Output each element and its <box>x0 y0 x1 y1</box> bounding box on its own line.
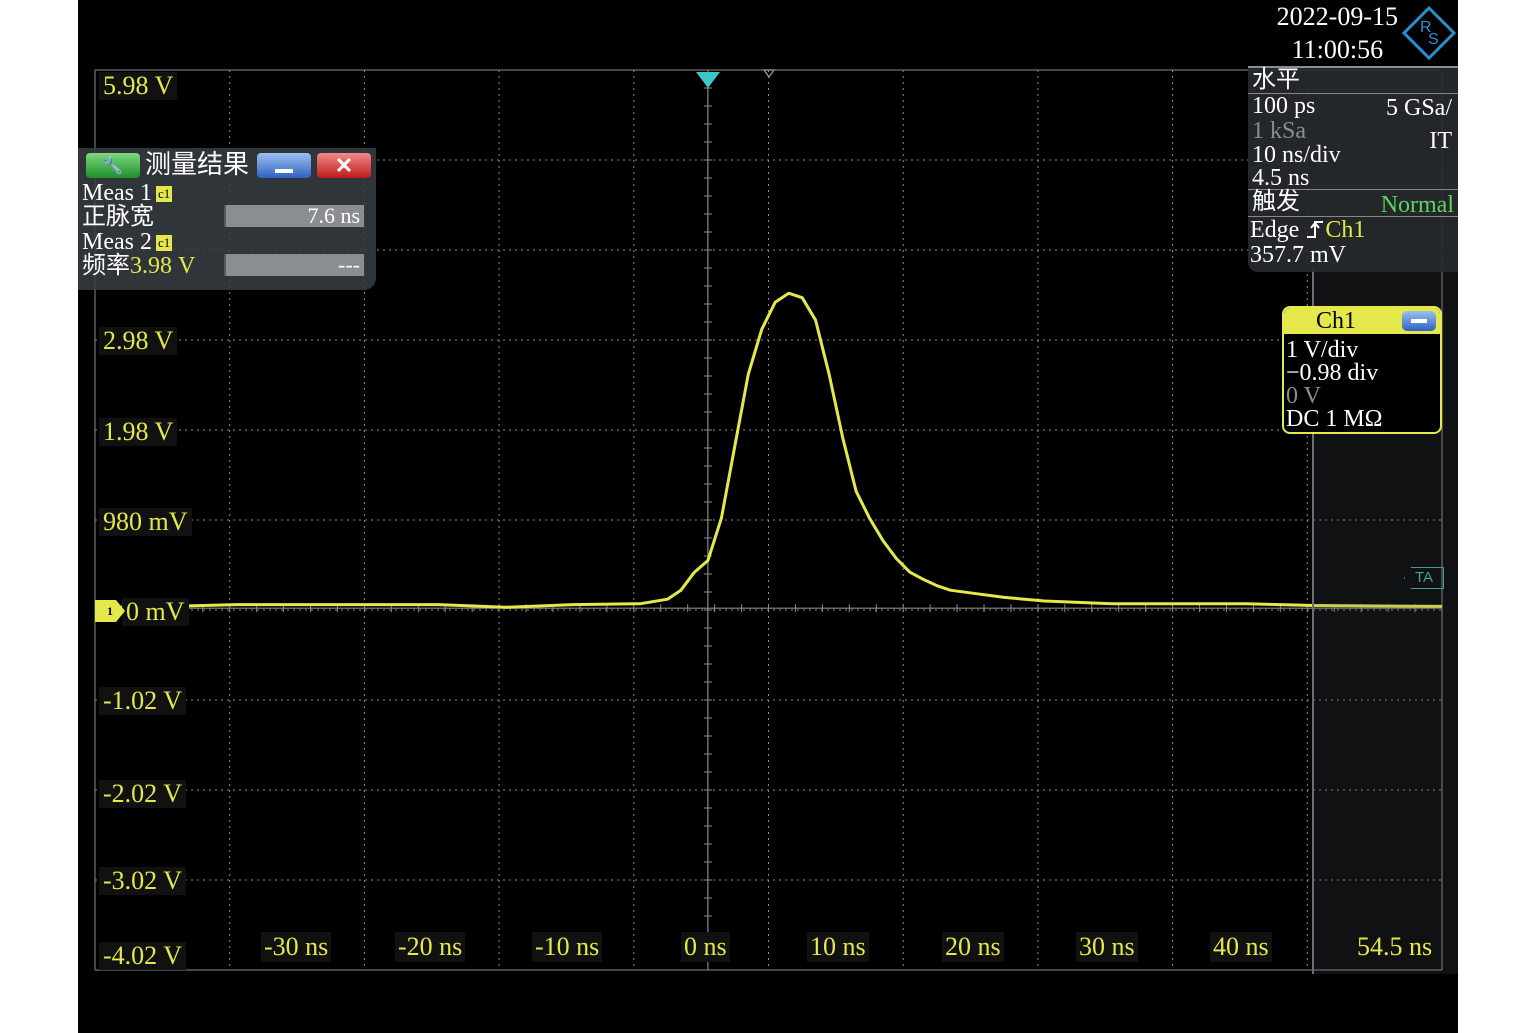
y-axis-label: -4.02 V <box>99 942 186 970</box>
sample-rate[interactable]: 5 GSa/ <box>1386 96 1452 120</box>
x-axis-label: -20 ns <box>395 932 466 962</box>
channel-offset-div[interactable]: −0.98 div <box>1286 361 1378 385</box>
y-axis-label: 980 mV <box>99 508 192 536</box>
resolution[interactable]: 100 ps <box>1252 94 1315 118</box>
x-axis-label: 0 ns <box>681 932 730 962</box>
meas1-channel-tag: c1 <box>155 186 173 202</box>
horizontal-title: 水平 <box>1252 67 1300 93</box>
time-text: 11:00:56 <box>1291 35 1384 64</box>
time-scale[interactable]: 10 ns/div <box>1252 143 1341 167</box>
date-text: 2022-09-15 <box>1276 2 1398 31</box>
meas2-param-row: 频率3.98 V <box>82 254 195 278</box>
meas2-label: Meas 2 <box>82 229 152 255</box>
minimize-icon <box>1411 319 1427 323</box>
trigger-source: Ch1 <box>1325 217 1366 243</box>
channel1-header[interactable]: Ch1 <box>1284 308 1440 334</box>
record-length[interactable]: 1 kSa <box>1252 119 1306 143</box>
timestamp: 2022-09-15 11:00:56 <box>1277 0 1398 66</box>
reference-marker[interactable]: TA <box>1404 567 1444 589</box>
meas2-value-bar: --- <box>224 254 364 276</box>
trigger-type: Edge <box>1250 217 1300 243</box>
y-axis-label: 0 mV <box>122 598 189 626</box>
x-axis-label: -10 ns <box>532 932 603 962</box>
y-axis-label: -1.02 V <box>99 687 186 715</box>
meas2-level: 3.98 V <box>130 253 196 279</box>
channel-coupling[interactable]: DC 1 MΩ <box>1286 407 1383 431</box>
trigger-type-row[interactable]: Edge Ch1 <box>1250 218 1365 242</box>
rs-logo-icon: R S <box>1402 6 1456 60</box>
y-axis-label: 2.98 V <box>99 327 178 355</box>
x-axis-label: 30 ns <box>1076 932 1138 962</box>
meas1-label: Meas 1 <box>82 180 152 206</box>
channel-offset-v[interactable]: 0 V <box>1286 384 1321 408</box>
oscilloscope-screen: 5.98 V 2.98 V 1.98 V 980 mV 0 mV -1.02 V… <box>78 0 1458 1033</box>
channel1-panel[interactable]: Ch1 1 V/div −0.98 div 0 V DC 1 MΩ <box>1282 306 1442 434</box>
meas1-value-bar: 7.6 ns <box>224 205 364 227</box>
channel1-name: Ch1 <box>1316 308 1357 334</box>
meas2-value: --- <box>338 252 360 277</box>
trigger-position-marker <box>696 72 720 88</box>
trigger-level[interactable]: 357.7 mV <box>1250 243 1346 267</box>
trigger-mode[interactable]: Normal <box>1381 193 1454 217</box>
minimize-button[interactable] <box>257 153 311 178</box>
meas1-header[interactable]: Meas 1 c1 <box>82 180 173 206</box>
x-axis-label: 54.5 ns <box>1354 932 1436 962</box>
measurement-window-title: 测量结果 <box>145 150 250 179</box>
trigger-title: 触发 <box>1252 189 1300 215</box>
y-axis-label: -3.02 V <box>99 867 186 895</box>
meas2-param: 频率 <box>82 253 130 279</box>
y-axis-label: -2.02 V <box>99 780 186 808</box>
horizontal-trigger-panel[interactable]: 水平 100 ps 5 GSa/ 1 kSa IT 10 ns/div 4.5 … <box>1248 66 1458 272</box>
y-axis-label: 1.98 V <box>99 418 178 446</box>
meas2-header[interactable]: Meas 2 c1 <box>82 229 173 255</box>
rising-edge-icon <box>1307 221 1324 238</box>
x-axis-label: -30 ns <box>261 932 332 962</box>
channel-minimize-button[interactable] <box>1402 311 1436 331</box>
channel-scale[interactable]: 1 V/div <box>1286 338 1358 362</box>
meas1-value: 7.6 ns <box>307 203 360 228</box>
horizontal-position[interactable]: 4.5 ns <box>1252 166 1309 190</box>
x-axis-label: 20 ns <box>942 932 1004 962</box>
meas2-channel-tag: c1 <box>155 235 173 251</box>
measurement-results-window[interactable]: 🔧 测量结果 ✕ Meas 1 c1 正脉宽 7.6 ns Meas 2 c1 频率… <box>78 148 376 290</box>
meas1-param: 正脉宽 <box>82 204 154 230</box>
x-axis-label: 40 ns <box>1210 932 1272 962</box>
svg-text:S: S <box>1428 31 1439 48</box>
x-axis-label: 10 ns <box>807 932 869 962</box>
close-button[interactable]: ✕ <box>317 153 371 178</box>
minimize-icon <box>275 169 293 173</box>
y-axis-label: 5.98 V <box>99 72 178 100</box>
acquisition-mode[interactable]: IT <box>1429 129 1452 153</box>
measurement-window-titlebar[interactable]: 🔧 测量结果 ✕ <box>83 150 373 180</box>
wrench-icon[interactable]: 🔧 <box>86 153 140 178</box>
